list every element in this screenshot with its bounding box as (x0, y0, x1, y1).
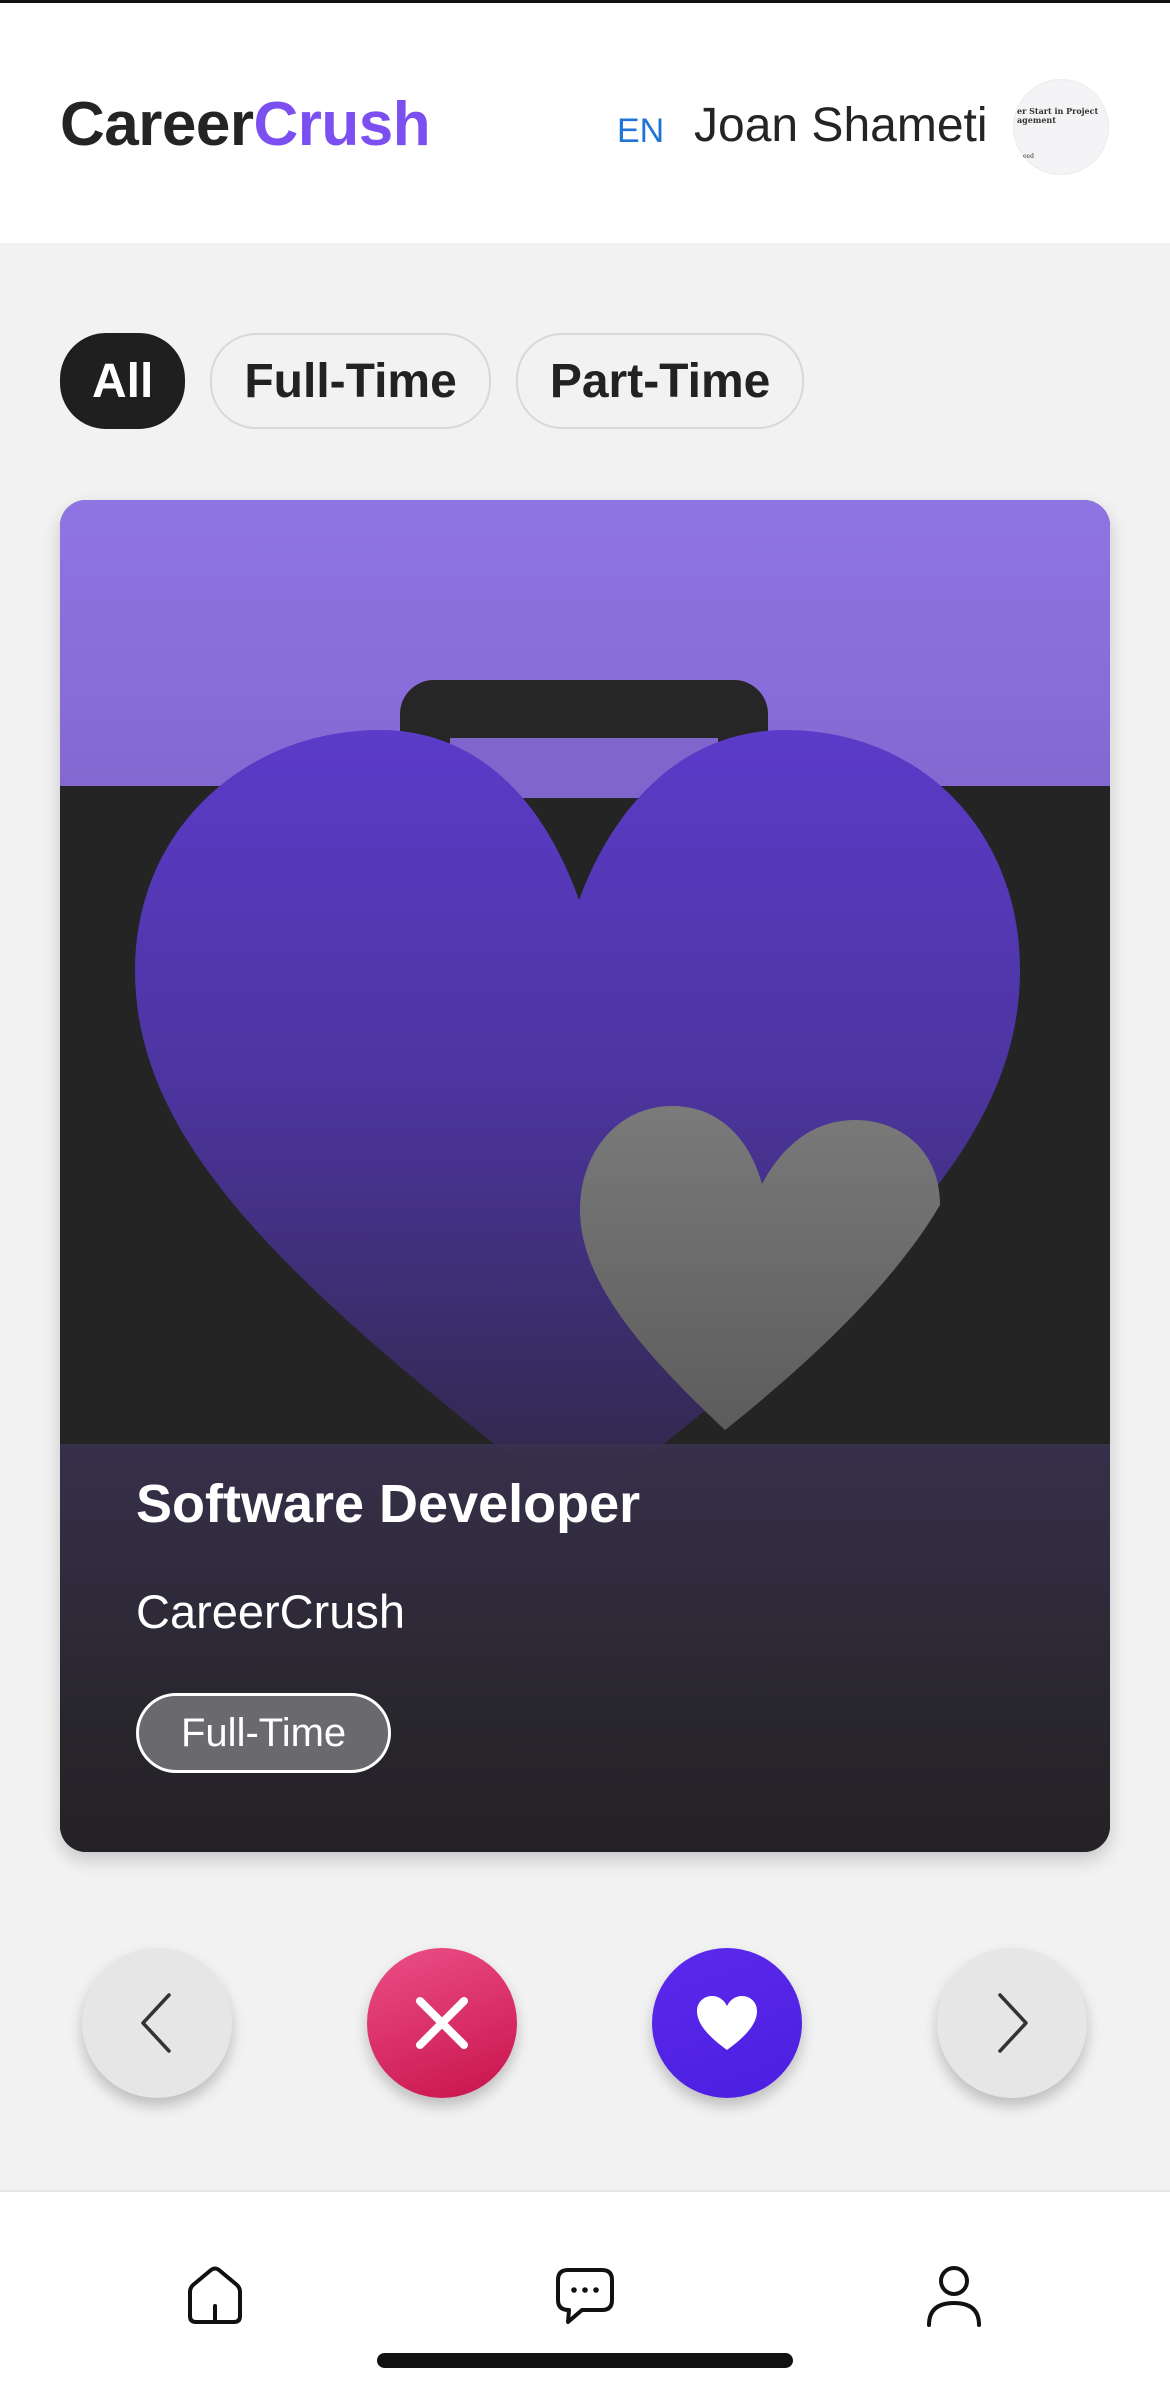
avatar[interactable]: er Start in Project agement eed (1013, 79, 1109, 175)
avatar-thumbnail-text: er Start in Project agement (1017, 107, 1103, 125)
filter-part-time[interactable]: Part-Time (515, 333, 805, 429)
avatar-text-line3: eed (1023, 153, 1034, 160)
home-icon (188, 2266, 242, 2324)
job-type-badge: Full-Time (136, 1693, 392, 1773)
app-header: CareerCrush EN Joan Shameti er Start in … (0, 3, 1170, 243)
close-icon (416, 1997, 468, 2049)
home-indicator (377, 2353, 793, 2368)
dislike-button[interactable] (367, 1948, 517, 2098)
filter-chips: All Full-Time Part-Time (60, 333, 805, 429)
logo-text-crush: Crush (253, 90, 431, 159)
company-name: CareerCrush (136, 1585, 406, 1638)
language-switch[interactable]: EN (617, 111, 664, 151)
nav-messages[interactable] (545, 2256, 625, 2336)
filter-full-time[interactable]: Full-Time (210, 333, 491, 429)
like-button[interactable] (652, 1948, 802, 2098)
app-logo[interactable]: CareerCrush (60, 89, 431, 161)
chat-icon (556, 2268, 614, 2324)
job-title: Software Developer (136, 1474, 641, 1534)
next-button[interactable] (937, 1948, 1087, 2098)
chevron-right-icon (998, 1993, 1028, 2053)
job-card[interactable]: Software Developer CareerCrush Full-Time (60, 500, 1110, 1852)
previous-button[interactable] (82, 1948, 232, 2098)
avatar-text-line2: agement (1017, 115, 1056, 125)
logo-text-career: Career (60, 90, 254, 159)
filter-all[interactable]: All (60, 333, 186, 429)
user-icon (927, 2266, 981, 2327)
big-heart-icon (135, 730, 1020, 1510)
chevron-left-icon (141, 1993, 171, 2053)
nav-home[interactable] (175, 2256, 255, 2336)
heart-icon (697, 1996, 757, 2050)
user-name[interactable]: Joan Shameti (694, 98, 988, 154)
nav-profile[interactable] (914, 2256, 994, 2336)
